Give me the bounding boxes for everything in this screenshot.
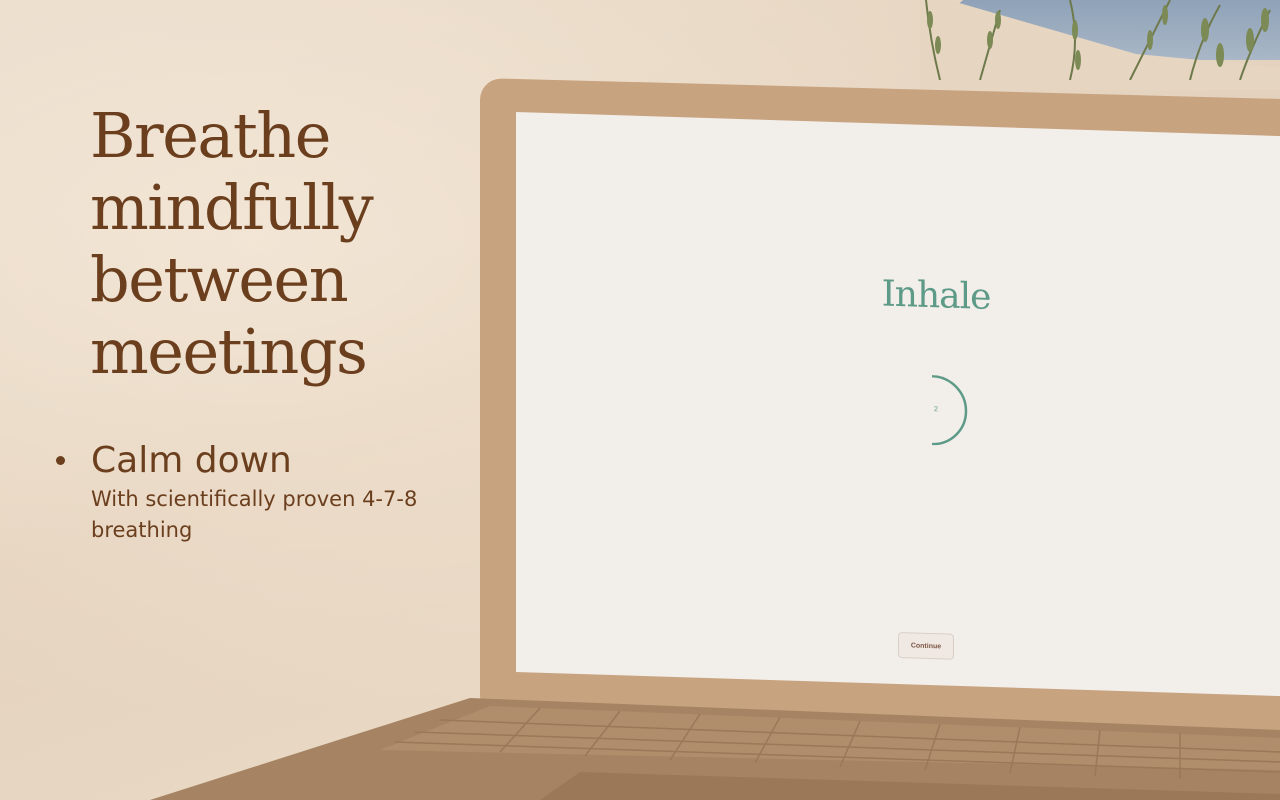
- continue-button[interactable]: Continue: [898, 632, 954, 660]
- laptop-screen: Inhale 2 Continue: [516, 112, 1280, 698]
- feature-title: Calm down: [91, 440, 292, 481]
- feature-description: With scientifically proven 4-7-8 breathi…: [91, 487, 418, 542]
- laptop-keyboard-deck: [150, 698, 1280, 800]
- breathing-count: 2: [934, 406, 938, 414]
- headline: Breathe mindfully between meetings: [90, 99, 374, 388]
- olive-branches-image: [925, 0, 1271, 80]
- bullet-icon: [56, 456, 65, 465]
- breathing-phase-label: Inhale: [881, 273, 991, 318]
- breathing-timer: 2: [904, 374, 968, 446]
